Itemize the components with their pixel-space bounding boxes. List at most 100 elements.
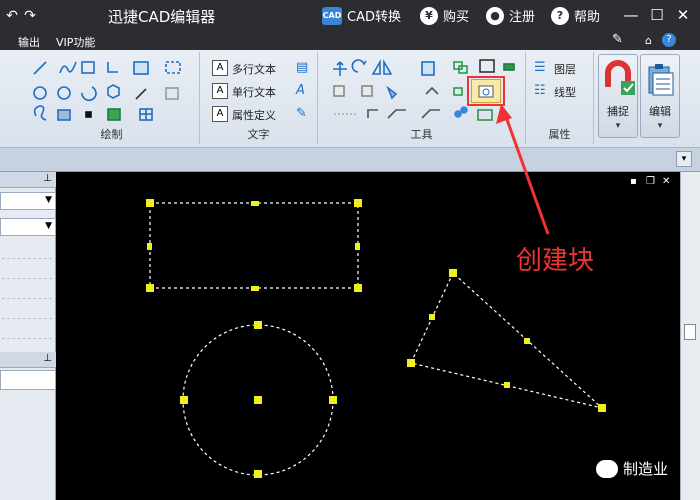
group-properties-label-text: 属性 [548,128,571,141]
mtext-button[interactable]: 多行文本 [232,61,276,77]
group-tools-label: 工具 [410,128,433,141]
grip[interactable] [251,201,259,206]
attdef-icon: A [212,106,228,122]
left-dropdown-1[interactable]: ▼ [0,192,56,210]
layer-icon: ☰ [534,60,546,75]
menu-output[interactable]: 输出 [18,34,40,50]
grip[interactable] [524,338,530,344]
help-round-icon[interactable]: ? [662,33,676,47]
snap-label: 捕捉 [607,105,629,118]
menu-help[interactable]: ? 帮助 [551,6,600,25]
menu-strip: 输出 VIP功能 ✎ ⌂ ? [0,32,700,50]
edit-dropdown-icon[interactable]: ▾ [641,121,679,131]
grip[interactable] [449,269,457,277]
grip[interactable] [254,470,262,478]
grip[interactable] [354,284,362,292]
edit-button[interactable]: 编辑 ▾ [640,54,680,138]
yen-icon: ¥ [420,6,438,25]
watermark: 制造业 [596,458,668,479]
title-bar: ↶ ↷ 迅捷CAD编辑器 CAD CAD转换 ¥ 购买 ● 注册 ? 帮助 — … [0,0,700,32]
tab-dropdown-icon[interactable]: ▾ [676,151,692,167]
grip[interactable] [429,314,435,320]
grip[interactable] [354,199,362,207]
undo-icon[interactable]: ↶ [4,8,20,24]
pin-icon[interactable]: ⊥ [43,353,52,364]
pin-icon[interactable]: ⊥ [43,173,52,184]
grip[interactable] [254,321,262,329]
grip[interactable] [251,286,259,291]
text-icon: A [212,83,228,99]
mdi-minimize-button[interactable]: ▪ [630,176,637,187]
maximize-button[interactable]: ☐ [646,4,668,26]
annotation-label: 创建块 [516,246,595,276]
text-edit-icon[interactable]: A [296,83,312,99]
group-text-label: 文字 [247,128,270,141]
linetype-button[interactable]: 线型 [554,84,576,100]
collapse-icon[interactable]: ⌂ [645,34,652,47]
grip[interactable] [147,243,152,250]
left-panel-header: ⊥ [0,172,56,188]
chevron-down-icon: ▼ [45,195,52,205]
divider [2,318,52,319]
vertical-scrollbar[interactable] [680,172,700,500]
edit-pen-icon[interactable]: ✎ [612,32,623,47]
grip[interactable] [146,199,154,207]
grip[interactable] [329,396,337,404]
attribute-define-button[interactable]: 属性定义 [232,107,276,123]
snap-dropdown-icon[interactable]: ▾ [599,121,637,131]
single-text-button[interactable]: 单行文本 [232,84,276,100]
menu-cad-convert[interactable]: CAD CAD转换 [322,6,401,25]
drawing-shapes[interactable] [56,172,680,500]
edit-label: 编辑 [649,105,671,118]
grip[interactable] [254,396,262,404]
snap-button[interactable]: 捕捉 ▾ [598,54,638,138]
wechat-icon [596,459,618,478]
scroll-thumb[interactable] [684,324,696,340]
document-tab-bar: ▾ [0,148,700,172]
text-field-icon[interactable]: ✎ [296,106,312,122]
close-button[interactable]: ✕ [672,4,694,26]
cad-convert-icon: CAD [322,6,342,25]
drawing-canvas[interactable] [56,172,680,500]
group-text: A 多行文本 A 单行文本 A 属性定义 ▤ A ✎ 文字 [200,52,318,144]
divider [2,298,52,299]
mdi-restore-button[interactable]: ❐ [646,176,655,187]
group-properties: ☰ 图层 ☷ 线型 工具 属性 [526,52,594,144]
divider [2,338,52,339]
menu-vip[interactable]: VIP功能 [56,34,95,50]
redo-icon[interactable]: ↷ [22,8,38,24]
layer-button[interactable]: 图层 [554,61,576,77]
clipboard-icon [648,64,674,96]
grip[interactable] [180,396,188,404]
group-draw-label: 绘制 [100,128,123,141]
user-icon: ● [486,6,504,25]
ribbon: 绘制 A 多行文本 A 单行文本 A 属性定义 ▤ A ✎ 文字 工具 ☰ 图层… [0,50,700,148]
app-title: 迅捷CAD编辑器 [108,8,216,26]
grip[interactable] [504,382,510,388]
divider [2,258,52,259]
menu-register[interactable]: ● 注册 [486,6,535,25]
help-icon: ? [551,6,569,25]
divider [2,278,52,279]
left-field[interactable] [0,370,56,390]
grip[interactable] [598,404,606,412]
left-panel: ⊥ ▼ ▼ ⊥ [0,172,56,500]
create-block-highlight [467,76,505,106]
grip[interactable] [355,243,360,250]
mtext-icon: A [212,60,228,76]
menu-buy[interactable]: ¥ 购买 [420,6,469,25]
linetype-icon: ☷ [534,83,546,98]
grip[interactable] [146,284,154,292]
chevron-down-icon: ▼ [45,221,52,231]
grip[interactable] [407,359,415,367]
left-dropdown-2[interactable]: ▼ [0,218,56,236]
selected-rectangle[interactable] [149,202,359,289]
group-draw: 绘制 [24,52,200,144]
draw-tools-icons[interactable] [24,54,200,124]
magnet-icon [605,60,635,95]
text-style-icon[interactable]: ▤ [296,60,312,76]
minimize-button[interactable]: — [620,4,642,26]
left-panel-header-2: ⊥ [0,352,56,368]
watermark-text: 制造业 [623,460,669,478]
mdi-close-button[interactable]: ✕ [662,176,670,187]
